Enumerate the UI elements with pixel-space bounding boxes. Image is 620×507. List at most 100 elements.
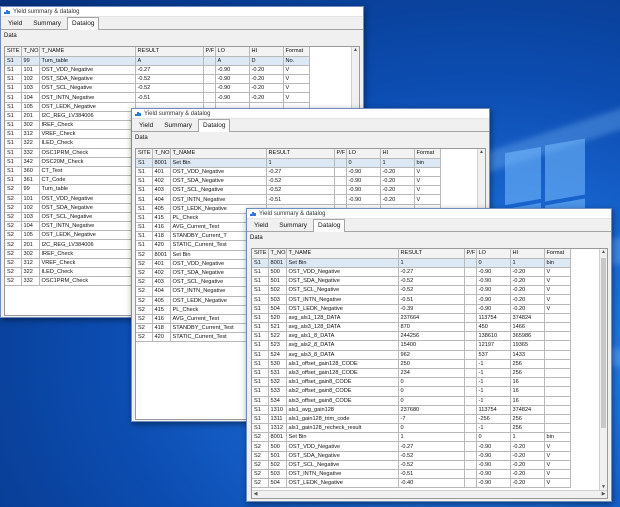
table-row[interactable]: S1 99 Turn_table A A D No. <box>5 56 310 66</box>
tab-summary[interactable]: Summary <box>28 17 66 29</box>
table-row[interactable]: S1 533 als2_offset_gain8_CODE 0 -1 16 <box>252 386 571 397</box>
tab-yield[interactable]: Yield <box>134 119 158 131</box>
table-row[interactable]: S1 522 avg_als1_8_DATA 244256 138610 365986 <box>252 331 571 342</box>
header-col-lo[interactable]: LO <box>346 149 381 159</box>
scroll-thumb[interactable] <box>601 258 606 428</box>
table-row[interactable]: S1 8001 Set Bin 1 0 1 bin <box>136 158 441 168</box>
header-col-pf[interactable]: P/F <box>334 149 347 159</box>
scroll-right-icon[interactable]: ▶ <box>600 491 607 498</box>
scroll-up-icon[interactable]: ▲ <box>478 149 485 156</box>
table-row[interactable]: S1 531 als3_offset_gain128_CODE 234 -1 256 <box>252 368 571 379</box>
site-cell: S1 <box>5 102 22 112</box>
header-col-result[interactable]: RESULT <box>135 47 204 57</box>
site-cell: S2 <box>136 332 153 343</box>
test-name-cell: Set Bin <box>170 158 267 168</box>
header-col-site[interactable]: SITE <box>252 249 269 259</box>
table-row[interactable]: S1 101 OST_VDD_Negative -0.27 -0.90 -0.20 V <box>5 65 310 76</box>
header-col-hi[interactable]: HI <box>510 249 545 259</box>
table-row[interactable]: S2 502 OST_SCL_Negative -0.52 -0.90 -0.20 V <box>252 460 571 471</box>
tab-datalog[interactable]: Datalog <box>313 219 346 232</box>
horizontal-scrollbar[interactable]: ◀ ▶ <box>252 490 607 498</box>
header-col-site[interactable]: SITE <box>5 47 22 57</box>
scroll-left-icon[interactable]: ◀ <box>252 491 259 498</box>
datalog-grid[interactable]: SITE T_NO. T_NAME RESULT P/F LO HI Format S1 8001… <box>251 248 608 499</box>
test-number-cell: 312 <box>21 258 40 269</box>
table-row[interactable]: S2 503 OST_INTN_Negative -0.51 -0.90 -0.20 V <box>252 469 571 480</box>
header-col-result[interactable]: RESULT <box>398 249 465 259</box>
scroll-up-icon[interactable]: ▲ <box>352 47 359 54</box>
table-row[interactable]: S1 503 OST_INTN_Negative -0.51 -0.90 -0.20 V <box>252 294 571 305</box>
header-col-pf[interactable]: P/F <box>203 47 216 57</box>
table-row[interactable]: S1 103 OST_SCL_Negative -0.52 -0.90 -0.20 V <box>5 83 310 94</box>
header-col-tno[interactable]: T_NO. <box>268 249 287 259</box>
table-row[interactable]: S1 1311 als1_gain128_trim_code -7 -256 256 <box>252 414 571 425</box>
table-row[interactable]: S2 504 OST_LEDK_Negative -0.40 -0.90 -0.20 V <box>252 478 571 489</box>
test-number-cell: 105 <box>21 230 40 241</box>
result-cell: -0.51 <box>398 294 465 305</box>
table-row[interactable]: S1 502 OST_SCL_Negative -0.52 -0.90 -0.20 V <box>252 285 571 296</box>
site-cell: S2 <box>252 432 269 443</box>
tab-datalog[interactable]: Datalog <box>67 17 100 30</box>
header-col-lo[interactable]: LO <box>476 249 511 259</box>
title-bar[interactable]: Yield summary & datalog <box>247 209 611 219</box>
hi-limit-cell: -0.20 <box>249 65 284 76</box>
tab-summary[interactable]: Summary <box>274 219 312 231</box>
tab-datalog[interactable]: Datalog <box>198 119 231 132</box>
site-cell: S2 <box>5 221 22 232</box>
header-col-tname[interactable]: T_NAME <box>39 47 136 57</box>
datalog-window-3[interactable]: Yield summary & datalog Yield Summary Da… <box>246 208 612 502</box>
table-row[interactable]: S1 1310 als1_avg_gain128 237680 113754 374824 <box>252 405 571 415</box>
table-row[interactable]: S1 104 OST_INTN_Negative -0.51 -0.90 -0.20 V <box>5 92 310 103</box>
test-name-cell: OST_LEDK_Negative <box>39 102 136 112</box>
table-row[interactable]: S2 8001 Set Bin 1 0 1 bin <box>252 432 571 443</box>
table-row[interactable]: S1 532 als1_offset_gain8_CODE 0 -1 16 <box>252 377 571 388</box>
test-name-cell: OST_VDD_Negative <box>170 167 267 178</box>
test-number-cell: 415 <box>152 305 171 315</box>
result-cell: 237664 <box>398 313 465 324</box>
table-row[interactable]: S1 401 OST_VDD_Negative -0.27 -0.90 -0.20 V <box>136 167 441 178</box>
table-row[interactable]: S1 523 avg_als2_8_DATA 15400 12197 19365 <box>252 340 571 351</box>
title-bar[interactable]: Yield summary & datalog <box>1 7 363 17</box>
vertical-scrollbar[interactable]: ▲ ▼ <box>599 249 607 491</box>
result-cell: 0 <box>398 377 465 388</box>
table-row[interactable]: S1 403 OST_SCL_Negative -0.52 -0.90 -0.20 V <box>136 185 441 196</box>
table-row[interactable]: S1 500 OST_VDD_Negative -0.27 -0.90 -0.20 V <box>252 267 571 278</box>
table-row[interactable]: S1 521 avg_als3_128_DATA 870 450 1466 <box>252 322 571 333</box>
table-row[interactable]: S1 102 OST_SDA_Negative -0.52 -0.90 -0.20 V <box>5 74 310 85</box>
table-row[interactable]: S1 524 avg_als3_8_DATA 962 537 1433 <box>252 350 571 360</box>
table-row[interactable]: S1 404 OST_INTN_Negative -0.51 -0.90 -0.20 V <box>136 194 441 205</box>
header-col-result[interactable]: RESULT <box>266 149 335 159</box>
table-row[interactable]: S2 501 OST_SDA_Negative -0.52 -0.90 -0.20 V <box>252 451 571 461</box>
header-col-tname[interactable]: T_NAME <box>286 249 399 259</box>
table-row[interactable]: S2 500 OST_VDD_Negative -0.27 -0.90 -0.20 V <box>252 441 571 452</box>
table-row[interactable]: S1 8001 Set Bin 1 0 1 bin <box>252 258 571 268</box>
table-row[interactable]: S1 501 OST_SDA_Negative -0.52 -0.90 -0.20 V <box>252 276 571 287</box>
tab-yield[interactable]: Yield <box>249 219 273 231</box>
table-row[interactable]: S1 1312 als1_gain128_recheck_result 0 -1 256 <box>252 423 571 434</box>
table-row[interactable]: S1 530 als1_offset_gain128_CODE 250 -1 256 <box>252 359 571 369</box>
site-cell: S1 <box>252 340 269 351</box>
scroll-up-icon[interactable]: ▲ <box>600 249 607 256</box>
header-col-tname[interactable]: T_NAME <box>170 149 267 159</box>
tab-summary[interactable]: Summary <box>159 119 197 131</box>
table-row[interactable]: S1 402 OST_SDA_Negative -0.52 -0.90 -0.20 V <box>136 176 441 187</box>
tab-yield[interactable]: Yield <box>3 17 27 29</box>
lo-limit-cell: -0.90 <box>215 92 250 103</box>
header-col-format[interactable]: Format <box>544 249 571 259</box>
header-col-lo[interactable]: LO <box>215 47 250 57</box>
table-row[interactable]: S1 520 avg_als1_128_DATA 237664 113754 374824 <box>252 313 571 324</box>
table-row[interactable]: S1 534 als3_offset_gain8_CODE 0 -1 16 <box>252 396 571 406</box>
header-col-format[interactable]: Format <box>414 149 441 159</box>
header-col-tno[interactable]: T_NO. <box>21 47 40 57</box>
site-cell: S1 <box>252 322 269 333</box>
table-row[interactable]: S1 504 OST_LEDK_Negative -0.39 -0.90 -0.20 V <box>252 304 571 314</box>
header-col-site[interactable]: SITE <box>136 149 153 159</box>
header-col-pf[interactable]: P/F <box>464 249 477 259</box>
header-col-tno[interactable]: T_NO. <box>152 149 171 159</box>
header-col-hi[interactable]: HI <box>249 47 284 57</box>
title-bar[interactable]: Yield summary & datalog <box>132 109 489 119</box>
pass-fail-cell <box>464 478 477 489</box>
header-col-format[interactable]: Format <box>283 47 310 57</box>
test-name-cell: OST_SDA_Negative <box>286 451 399 461</box>
header-col-hi[interactable]: HI <box>380 149 415 159</box>
